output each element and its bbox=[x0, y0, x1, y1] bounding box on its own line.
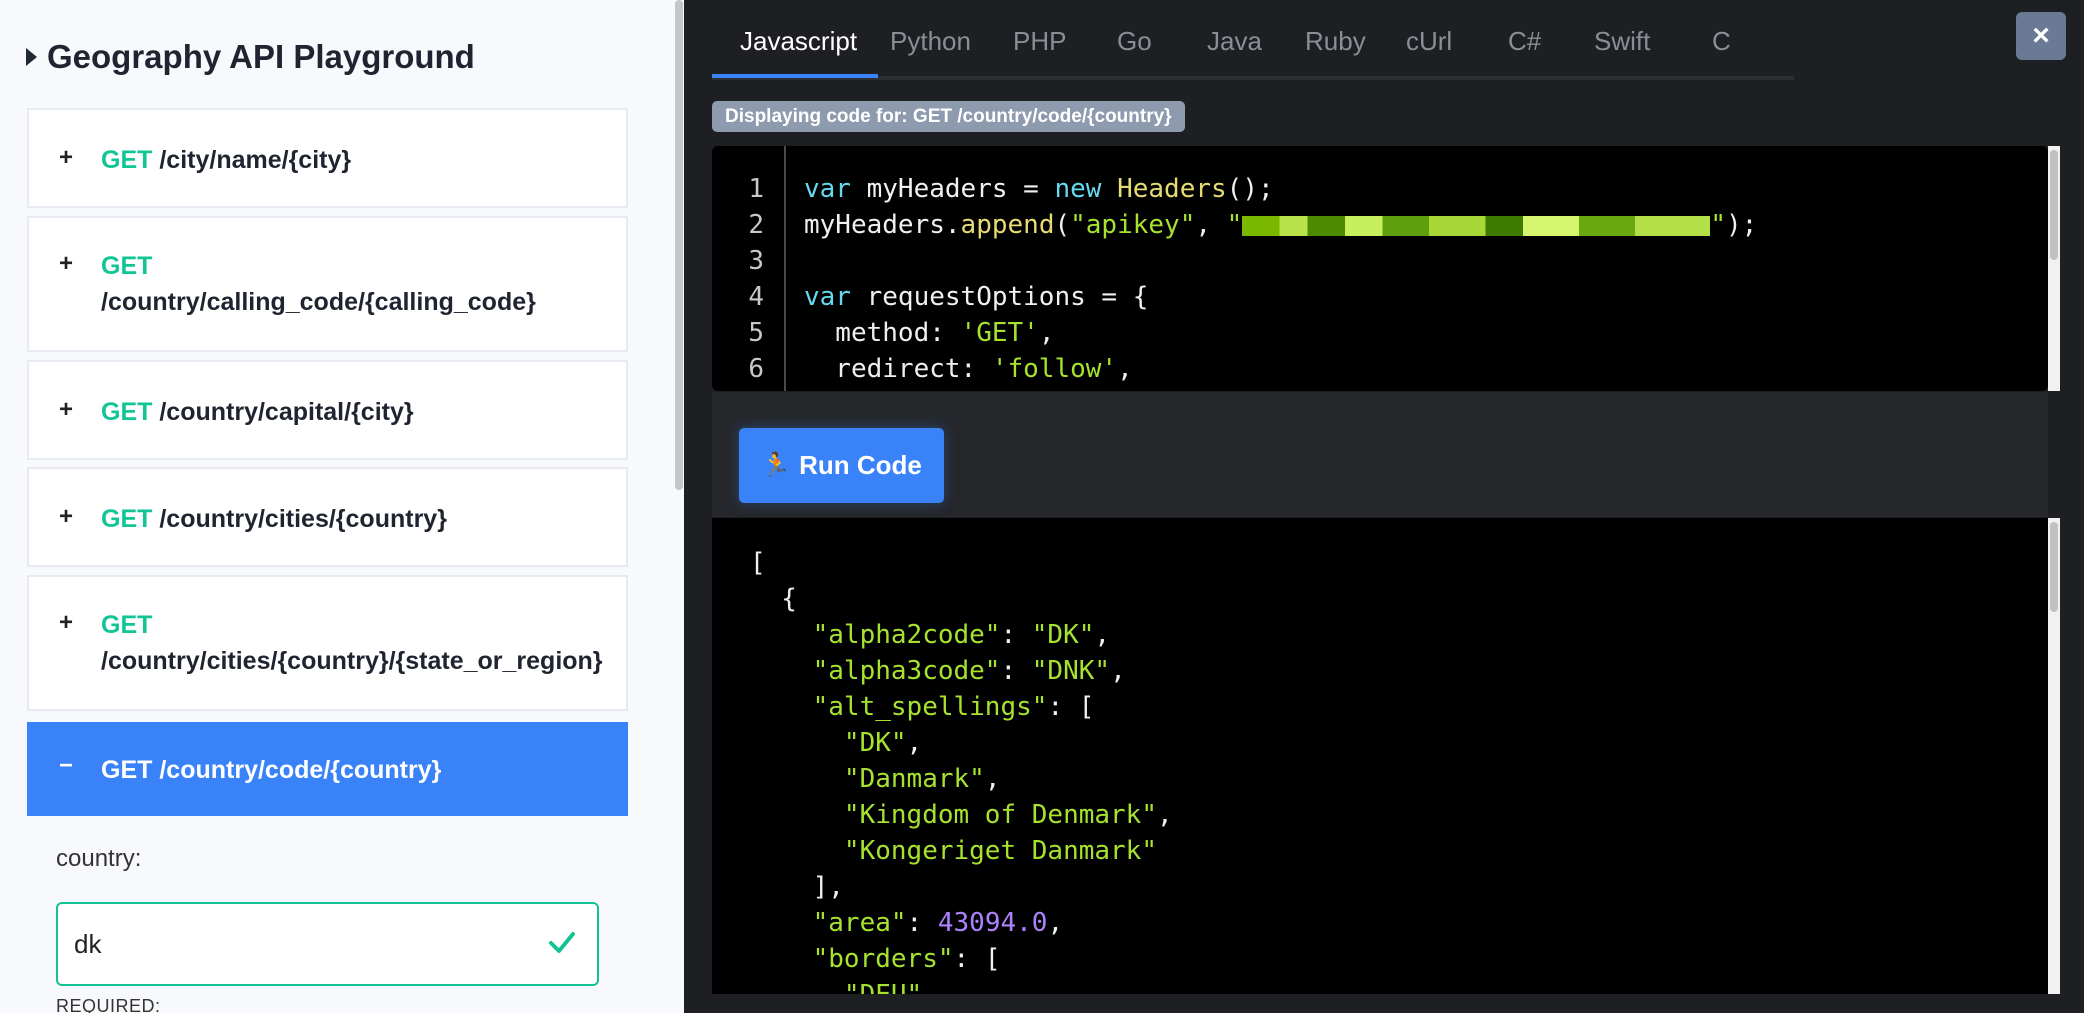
code-line: redirect: 'follow', bbox=[804, 354, 1133, 384]
endpoint-label: GET /country/capital/{city} bbox=[101, 394, 414, 430]
code-panel: Javascript Python PHP Go Java Ruby cUrl … bbox=[684, 0, 2084, 1013]
tab-curl[interactable]: cUrl bbox=[1406, 26, 1452, 57]
endpoint-path: /country/cities/{country}/{state_or_regi… bbox=[101, 647, 603, 675]
output-scrollbar[interactable] bbox=[2048, 518, 2060, 994]
code-scrollbar-thumb[interactable] bbox=[2050, 150, 2058, 260]
code-line: method: 'GET', bbox=[804, 318, 1055, 348]
endpoint-cities-region[interactable]: + GET/country/cities/{country}/{state_or… bbox=[27, 575, 628, 711]
country-input[interactable] bbox=[56, 902, 599, 986]
method-label: GET bbox=[101, 252, 153, 280]
left-scrollbar-thumb[interactable] bbox=[675, 0, 683, 490]
run-code-button[interactable]: 🏃 Run Code bbox=[739, 428, 944, 503]
endpoint-city-name[interactable]: + GET /city/name/{city} bbox=[27, 108, 628, 208]
endpoint-path: /country/cities/{country} bbox=[159, 505, 447, 533]
tab-java[interactable]: Java bbox=[1207, 26, 1262, 57]
endpoint-label: GET/country/cities/{country}/{state_or_r… bbox=[101, 607, 603, 679]
endpoint-capital[interactable]: + GET /country/capital/{city} bbox=[27, 360, 628, 460]
output-line: "area": 43094.0, bbox=[812, 908, 1064, 938]
caret-right-icon[interactable] bbox=[26, 48, 37, 66]
method-label: GET bbox=[101, 756, 153, 784]
expand-icon[interactable]: + bbox=[59, 396, 73, 424]
line-number: 4 bbox=[748, 282, 764, 312]
output-line: "DEU" bbox=[750, 980, 922, 994]
endpoint-label: GET/country/calling_code/{calling_code} bbox=[101, 248, 536, 320]
output-line: "Danmark", bbox=[843, 764, 1001, 794]
tab-ruby[interactable]: Ruby bbox=[1305, 26, 1366, 57]
method-label: GET bbox=[101, 146, 153, 174]
endpoint-path: /country/calling_code/{calling_code} bbox=[101, 288, 536, 316]
left-scrollbar[interactable] bbox=[674, 0, 684, 1013]
run-code-label: Run Code bbox=[799, 450, 922, 480]
line-number-gutter: 1 2 3 4 5 6 bbox=[712, 146, 786, 391]
page-title: Geography API Playground bbox=[47, 38, 475, 75]
endpoint-country-code[interactable]: − GET /country/code/{country} bbox=[27, 722, 628, 816]
output-line: "Kingdom of Denmark", bbox=[843, 800, 1173, 830]
output-line: [ bbox=[750, 548, 766, 578]
output-line: "borders": [ bbox=[812, 944, 1001, 974]
line-number: 5 bbox=[748, 318, 764, 348]
method-label: GET bbox=[101, 611, 153, 639]
close-button[interactable]: × bbox=[2016, 12, 2066, 60]
tab-c[interactable]: C bbox=[1712, 26, 1731, 57]
tab-go[interactable]: Go bbox=[1117, 26, 1152, 57]
expand-icon[interactable]: + bbox=[59, 503, 73, 531]
line-number: 2 bbox=[748, 210, 764, 240]
code-line: var requestOptions = { bbox=[804, 282, 1149, 312]
endpoint-label: GET /country/code/{country} bbox=[101, 752, 441, 788]
endpoint-label: GET /country/cities/{country} bbox=[101, 501, 447, 537]
line-number: 6 bbox=[748, 354, 764, 384]
expand-icon[interactable]: + bbox=[59, 250, 73, 278]
language-tabs: Javascript Python PHP Go Java Ruby cUrl … bbox=[712, 0, 1794, 80]
collapse-icon[interactable]: − bbox=[59, 752, 73, 780]
output-line: "alt_spellings": [ bbox=[812, 692, 1095, 722]
output-line: "alpha3code": "DNK", bbox=[812, 656, 1126, 686]
active-tab-indicator bbox=[712, 74, 878, 78]
endpoint-path: /country/capital/{city} bbox=[159, 398, 414, 426]
title-row[interactable]: Geography API Playground bbox=[26, 38, 475, 76]
check-icon bbox=[549, 932, 575, 953]
tab-php[interactable]: PHP bbox=[1013, 26, 1066, 57]
output-scrollbar-thumb[interactable] bbox=[2050, 522, 2058, 612]
output-line: { bbox=[750, 584, 797, 614]
expand-icon[interactable]: + bbox=[59, 144, 73, 172]
code-line: myHeaders.append("apikey", " "); bbox=[804, 210, 1758, 240]
output-line: ], bbox=[812, 872, 844, 902]
endpoint-label: GET /city/name/{city} bbox=[101, 142, 351, 178]
endpoint-path: /city/name/{city} bbox=[159, 146, 352, 174]
endpoint-path: /country/code/{country} bbox=[159, 756, 442, 784]
endpoint-calling-code[interactable]: + GET/country/calling_code/{calling_code… bbox=[27, 216, 628, 352]
param-label: country: bbox=[56, 845, 142, 872]
tab-csharp[interactable]: C# bbox=[1508, 26, 1541, 57]
tab-javascript[interactable]: Javascript bbox=[740, 26, 857, 57]
output-line: "Kongeriget Danmark" bbox=[843, 836, 1157, 866]
line-number: 3 bbox=[748, 246, 764, 276]
tab-python[interactable]: Python bbox=[890, 26, 971, 57]
code-line: var myHeaders = new Headers(); bbox=[804, 174, 1274, 204]
endpoint-panel: Geography API Playground + GET /city/nam… bbox=[0, 0, 684, 1013]
output-line: "DK", bbox=[843, 728, 923, 758]
code-editor[interactable]: 1 2 3 4 5 6 var myHeaders = new Headers(… bbox=[712, 146, 2048, 391]
response-output[interactable]: [ { "alpha2code": "DK", "alpha3code": "D… bbox=[712, 518, 2048, 994]
output-line: "alpha2code": "DK", bbox=[812, 620, 1111, 650]
required-label: REQUIRED: bbox=[56, 996, 161, 1013]
running-person-icon: 🏃 bbox=[761, 452, 792, 479]
tab-swift[interactable]: Swift bbox=[1594, 26, 1650, 57]
method-label: GET bbox=[101, 398, 153, 426]
redacted-api-key bbox=[1242, 215, 1711, 236]
code-context-badge: Displaying code for: GET /country/code/{… bbox=[712, 101, 1185, 132]
code-scrollbar[interactable] bbox=[2048, 146, 2060, 391]
expand-icon[interactable]: + bbox=[59, 609, 73, 637]
endpoint-cities[interactable]: + GET /country/cities/{country} bbox=[27, 467, 628, 567]
method-label: GET bbox=[101, 505, 153, 533]
line-number: 1 bbox=[748, 174, 764, 204]
